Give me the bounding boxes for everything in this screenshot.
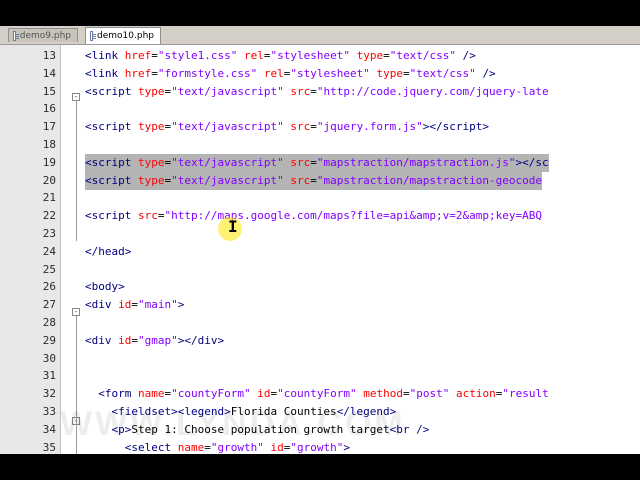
- tab-label: demo9.php: [19, 30, 71, 41]
- fold-toggle-icon[interactable]: -: [72, 93, 80, 101]
- code-text[interactable]: <body>: [85, 278, 125, 296]
- code-line[interactable]: 14 <link href="formstyle.css" rel="styles…: [0, 65, 640, 83]
- line-number: 20: [42, 173, 56, 187]
- code-text[interactable]: <div id="main">: [85, 296, 184, 314]
- code-editor[interactable]: 13 <link href="style1.css" rel="styleshee…: [0, 45, 640, 454]
- code-line[interactable]: 13 <link href="style1.css" rel="styleshee…: [0, 47, 640, 65]
- line-number: 34: [42, 422, 56, 436]
- code-text[interactable]: <script type="text/javascript" src="jque…: [85, 118, 489, 136]
- code-text[interactable]: <script type="text/javascript" src="maps…: [85, 153, 549, 172]
- line-number: 35: [42, 440, 56, 454]
- line-number: 21: [42, 191, 56, 205]
- code-line[interactable]: 27 <div id="main">: [0, 296, 640, 314]
- line-number: 32: [42, 387, 56, 401]
- line-number: 29: [42, 333, 56, 347]
- code-text[interactable]: </head>: [85, 243, 131, 261]
- code-text[interactable]: <div id="gmap"></div>: [85, 332, 224, 350]
- code-line[interactable]: 23: [0, 225, 640, 243]
- line-number: 24: [42, 244, 56, 258]
- tab-demo9[interactable]: demo9.php: [8, 28, 78, 42]
- tab-demo10[interactable]: demo10.php: [85, 27, 161, 44]
- code-line[interactable]: 20 <script type="text/javascript" src="ma…: [0, 171, 640, 190]
- code-line[interactable]: 29 <div id="gmap"></div>: [0, 332, 640, 350]
- code-line[interactable]: 32 <form name="countyForm" id="countyFor…: [0, 385, 640, 403]
- code-line[interactable]: 18: [0, 136, 640, 154]
- line-number: 19: [42, 155, 56, 169]
- line-number: 30: [42, 351, 56, 365]
- fold-toggle-icon[interactable]: -: [72, 308, 80, 316]
- file-icon: [13, 30, 19, 41]
- code-text[interactable]: <script type="text/javascript" src="maps…: [85, 171, 542, 190]
- text-cursor-icon: I: [228, 217, 238, 236]
- code-line[interactable]: 24 </head>: [0, 243, 640, 261]
- line-number: 26: [42, 280, 56, 294]
- line-number: 23: [42, 227, 56, 240]
- code-line[interactable]: 21: [0, 189, 640, 207]
- code-text[interactable]: <link href="style1.css" rel="stylesheet"…: [85, 47, 476, 65]
- code-line[interactable]: 16: [0, 100, 640, 118]
- line-number: 27: [42, 298, 56, 312]
- line-number: 18: [42, 138, 56, 151]
- code-text[interactable]: <form name="countyForm" id="countyForm" …: [85, 385, 548, 403]
- editor-window: demo9.php demo10.php 13 <link href="style…: [0, 26, 640, 454]
- line-number: 15: [42, 84, 56, 98]
- code-line[interactable]: 28: [0, 314, 640, 332]
- code-line[interactable]: 26 <body>: [0, 278, 640, 296]
- code-text[interactable]: <script src="http://maps.google.com/maps…: [85, 207, 542, 225]
- line-number: 16: [42, 102, 56, 116]
- line-number: 17: [42, 120, 56, 134]
- line-number: 22: [42, 209, 56, 223]
- code-line[interactable]: 17 <script type="text/javascript" src="jq…: [0, 118, 640, 136]
- code-text[interactable]: <script type="text/javascript" src="http…: [85, 83, 549, 101]
- file-tab-bar: demo9.php demo10.php: [0, 26, 640, 45]
- line-number: 31: [42, 369, 56, 383]
- line-number: 13: [42, 49, 56, 62]
- code-line[interactable]: 31: [0, 367, 640, 385]
- line-number: 14: [42, 66, 56, 80]
- fold-guide: [76, 101, 77, 241]
- code-text[interactable]: <link href="formstyle.css" rel="styleshe…: [85, 65, 496, 83]
- tab-label: demo10.php: [97, 31, 154, 41]
- line-number: 33: [42, 405, 56, 418]
- line-number: 25: [42, 262, 56, 276]
- code-line[interactable]: 25: [0, 261, 640, 279]
- code-line[interactable]: 19 <script type="text/javascript" src="ma…: [0, 153, 640, 172]
- file-icon: [90, 31, 97, 41]
- code-line[interactable]: 30: [0, 350, 640, 368]
- code-line[interactable]: 22 <script src="http://maps.google.com/ma…: [0, 207, 640, 225]
- watermark: WWW.LYNDA.COM: [60, 405, 406, 443]
- code-line[interactable]: 15 <script type="text/javascript" src="ht…: [0, 83, 640, 101]
- line-number: 28: [42, 316, 56, 329]
